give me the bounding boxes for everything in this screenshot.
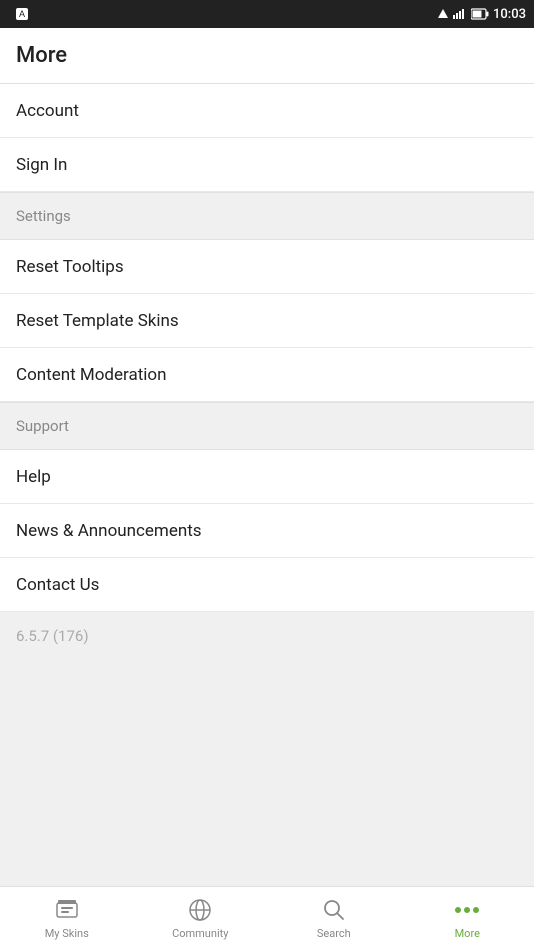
- nav-label-search: Search: [317, 927, 351, 940]
- header: More: [0, 28, 534, 84]
- menu-item-help[interactable]: Help: [0, 450, 534, 504]
- signal-icon: [437, 8, 449, 20]
- battery-icon: [471, 8, 489, 20]
- status-bar-left: A: [12, 6, 32, 22]
- more-icon: [454, 897, 480, 923]
- svg-text:A: A: [19, 9, 25, 19]
- version-text: 6.5.7 (176): [16, 627, 89, 645]
- menu-item-signin[interactable]: Sign In: [0, 138, 534, 192]
- search-icon: [321, 897, 347, 923]
- nav-item-my-skins[interactable]: My Skins: [0, 887, 134, 950]
- content-area: Account Sign In Settings Reset Tooltips …: [0, 84, 534, 886]
- menu-item-contact-label: Contact Us: [16, 575, 99, 595]
- app-icon: A: [12, 6, 32, 22]
- menu-item-reset-tooltips-label: Reset Tooltips: [16, 257, 124, 277]
- more-dot-3: [473, 907, 479, 913]
- bottom-nav: My Skins Community Search: [0, 886, 534, 950]
- menu-item-account-label: Account: [16, 101, 79, 121]
- menu-item-news[interactable]: News & Announcements: [0, 504, 534, 558]
- nav-label-more: More: [455, 927, 480, 940]
- menu-item-content-moderation[interactable]: Content Moderation: [0, 348, 534, 402]
- community-icon: [187, 897, 213, 923]
- nav-item-community[interactable]: Community: [134, 887, 268, 950]
- menu-item-reset-template-skins[interactable]: Reset Template Skins: [0, 294, 534, 348]
- page-title: More: [16, 43, 67, 68]
- version-area: 6.5.7 (176): [0, 612, 534, 886]
- menu-item-signin-label: Sign In: [16, 155, 67, 175]
- section-settings-label: Settings: [16, 207, 71, 225]
- nav-label-community: Community: [172, 927, 228, 940]
- menu-item-contact[interactable]: Contact Us: [0, 558, 534, 612]
- section-settings: Settings: [0, 192, 534, 240]
- menu-item-account[interactable]: Account: [0, 84, 534, 138]
- more-dot-2: [464, 907, 470, 913]
- status-bar: A 10:03: [0, 0, 534, 28]
- section-support-label: Support: [16, 417, 69, 435]
- menu-item-news-label: News & Announcements: [16, 521, 202, 541]
- skins-icon: [54, 897, 80, 923]
- menu-item-reset-template-skins-label: Reset Template Skins: [16, 311, 179, 331]
- nav-item-search[interactable]: Search: [267, 887, 401, 950]
- menu-item-help-label: Help: [16, 467, 51, 487]
- section-support: Support: [0, 402, 534, 450]
- status-time: 10:03: [493, 7, 526, 22]
- menu-item-content-moderation-label: Content Moderation: [16, 365, 167, 385]
- status-bar-right: 10:03: [437, 7, 526, 22]
- nav-label-my-skins: My Skins: [45, 927, 89, 940]
- nav-item-more[interactable]: More: [401, 887, 534, 950]
- more-dot-1: [455, 907, 461, 913]
- wifi-icon: [453, 9, 467, 19]
- menu-item-reset-tooltips[interactable]: Reset Tooltips: [0, 240, 534, 294]
